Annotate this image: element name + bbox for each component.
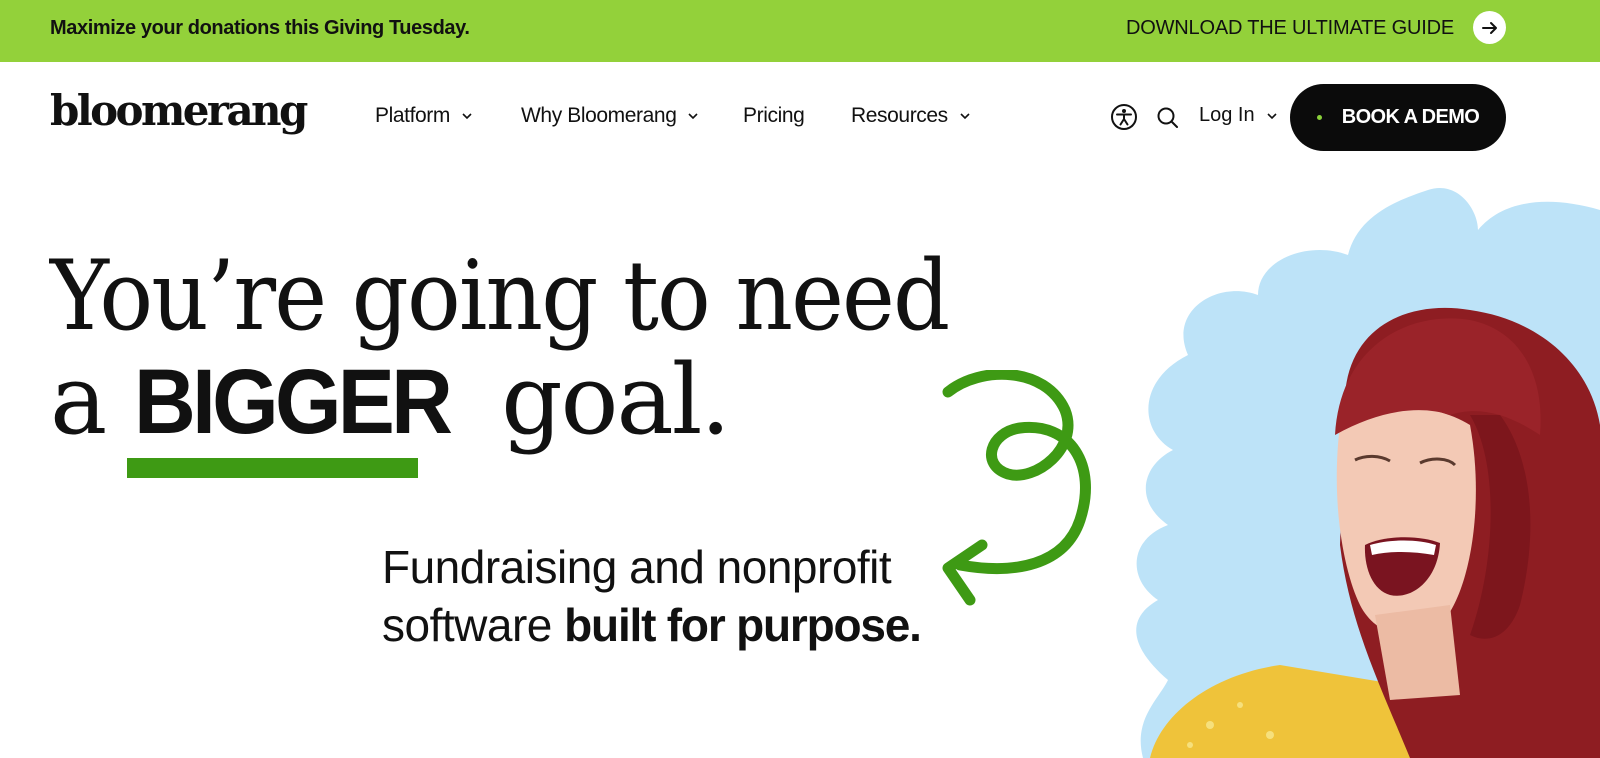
book-demo-label: BOOK A DEMO	[1341, 106, 1480, 128]
sub-line2-bold: built for purpose.	[564, 599, 922, 651]
chevron-down-icon	[1267, 112, 1277, 119]
headline-a: a	[50, 344, 107, 456]
accessibility-icon[interactable]	[1110, 103, 1138, 131]
hero-headline: You’re going to need a BIGGER goal.	[50, 244, 1016, 454]
nav-pricing-label: Pricing	[743, 104, 805, 127]
swirl-arrow-icon	[942, 370, 1091, 606]
headline-bigger: BIGGER	[133, 351, 453, 453]
chevron-down-icon	[960, 113, 970, 120]
demo-dot-icon	[1316, 115, 1322, 120]
hero-subheading: Fundraising and nonprofit software built…	[382, 538, 922, 654]
arrow-right-icon[interactable]	[1473, 11, 1506, 44]
headline-line1: You’re going to need	[50, 240, 950, 352]
chevron-down-icon	[688, 113, 699, 120]
headline-line2: a BIGGER goal.	[50, 348, 1016, 454]
sub-line2-regular: software	[382, 599, 552, 651]
sub-line1: Fundraising and nonprofit	[382, 541, 892, 593]
login-menu[interactable]: Log In	[1199, 104, 1279, 127]
bigger-underline	[127, 458, 418, 478]
smiling-woman-photo	[1150, 307, 1600, 758]
bloomerang-logo[interactable]: bloomerang	[50, 86, 308, 135]
nav-platform[interactable]: Platform	[375, 104, 474, 128]
search-icon[interactable]	[1156, 106, 1180, 130]
chevron-down-icon	[462, 113, 472, 120]
book-demo-button[interactable]: BOOK A DEMO	[1290, 84, 1506, 151]
nav-why-bloomerang[interactable]: Why Bloomerang	[521, 104, 700, 128]
download-guide-link[interactable]: DOWNLOAD THE ULTIMATE GUIDE	[1126, 17, 1454, 40]
promo-text: Maximize your donations this Giving Tues…	[50, 17, 470, 39]
sub-line2: software built for purpose.	[382, 596, 922, 654]
nav-why-bloomerang-label: Why Bloomerang	[521, 104, 677, 127]
nav-pricing[interactable]: Pricing	[743, 104, 805, 128]
nav-resources-label: Resources	[851, 104, 948, 127]
headline-goal: goal.	[501, 344, 731, 456]
nav-platform-label: Platform	[375, 104, 450, 127]
nav-resources[interactable]: Resources	[851, 104, 972, 128]
promo-bar: Maximize your donations this Giving Tues…	[0, 0, 1600, 62]
login-label: Log In	[1199, 104, 1255, 126]
